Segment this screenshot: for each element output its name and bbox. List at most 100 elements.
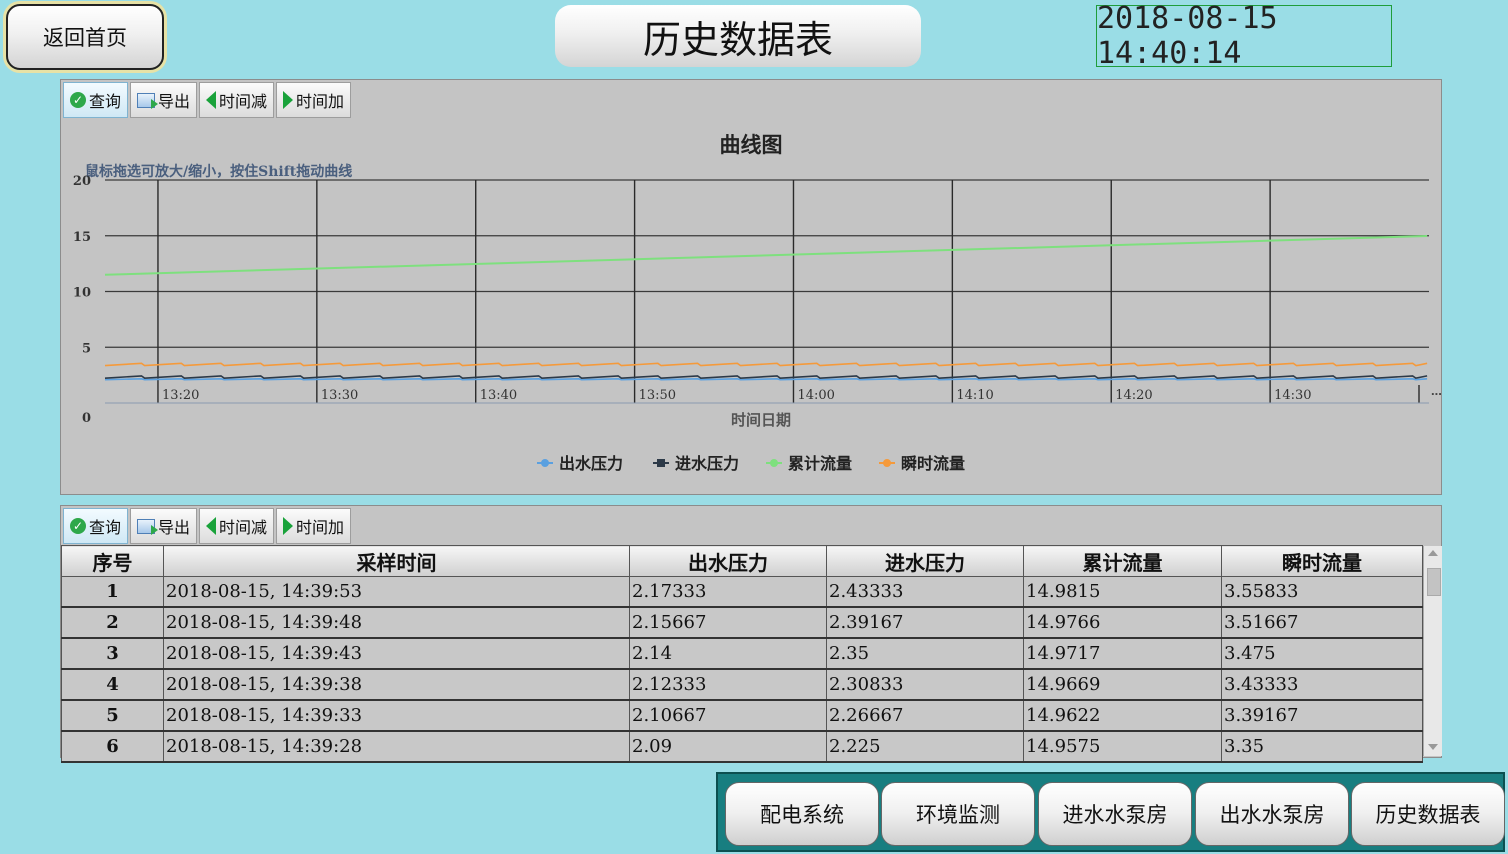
cell-instant-flow: 3.55833 xyxy=(1221,576,1423,608)
cell-sample-time: 2018-08-15, 14:39:43 xyxy=(163,637,630,670)
table-row[interactable]: 1 2018-08-15, 14:39:53 2.17333 2.43333 1… xyxy=(61,576,1423,608)
table-row[interactable]: 5 2018-08-15, 14:39:33 2.10667 2.26667 1… xyxy=(61,699,1423,732)
scroll-thumb[interactable] xyxy=(1427,568,1441,596)
column-header-total-flow[interactable]: 累计流量 xyxy=(1023,545,1222,577)
column-header-sample-time[interactable]: 采样时间 xyxy=(163,545,630,577)
cell-index: 4 xyxy=(61,668,164,701)
page-title: 历史数据表 xyxy=(555,5,921,67)
check-icon: ✓ xyxy=(70,518,86,534)
x-tick-label: 13:20 xyxy=(162,388,199,403)
nav-power-system[interactable]: 配电系统 xyxy=(725,782,879,846)
nav-history-table[interactable]: 历史数据表 xyxy=(1351,782,1505,846)
scroll-down-icon[interactable] xyxy=(1428,744,1438,750)
table-toolbar: ✓ 查询 导出 时间减 时间加 xyxy=(63,508,352,544)
chart-subtitle: 鼠标拖选可放大/缩小，按住Shift拖动曲线 xyxy=(85,163,352,180)
cell-inlet-pressure: 2.35 xyxy=(826,637,1024,670)
table-row[interactable]: 6 2018-08-15, 14:39:28 2.09 2.225 14.957… xyxy=(61,730,1423,763)
cell-index: 3 xyxy=(61,637,164,670)
cell-index: 2 xyxy=(61,606,164,639)
nav-outlet-pump-room[interactable]: 出水水泵房 xyxy=(1195,782,1349,846)
cell-sample-time: 2018-08-15, 14:39:28 xyxy=(163,730,630,763)
cell-sample-time: 2018-08-15, 14:39:33 xyxy=(163,699,630,732)
table-time-plus-button[interactable]: 时间加 xyxy=(276,508,352,544)
table-row[interactable]: 2 2018-08-15, 14:39:48 2.15667 2.39167 1… xyxy=(61,606,1423,639)
nav-inlet-pump-room[interactable]: 进水水泵房 xyxy=(1038,782,1192,846)
data-table: 序号 采样时间 出水压力 进水压力 累计流量 瞬时流量 1 2018-08-15… xyxy=(61,545,1423,763)
scroll-up-icon[interactable] xyxy=(1428,550,1438,556)
column-header-index[interactable]: 序号 xyxy=(61,545,164,577)
series-line xyxy=(104,362,1428,367)
table-time-minus-button[interactable]: 时间减 xyxy=(199,508,275,544)
chart-title: 曲线图 xyxy=(720,133,783,157)
table-query-button[interactable]: ✓ 查询 xyxy=(63,508,129,544)
x-axis-overflow-mark: ... xyxy=(1431,383,1441,398)
legend-label: 出水压力 xyxy=(559,454,623,473)
table-header-row: 序号 采样时间 出水压力 进水压力 累计流量 瞬时流量 xyxy=(61,545,1423,577)
table-export-button[interactable]: 导出 xyxy=(130,508,198,544)
cell-index: 1 xyxy=(61,576,164,608)
cell-outlet-pressure: 2.14 xyxy=(629,637,827,670)
arrow-right-icon xyxy=(283,517,294,535)
cell-total-flow: 14.9669 xyxy=(1023,668,1222,701)
nav-environment-monitor[interactable]: 环境监测 xyxy=(881,782,1035,846)
x-tick-label: 13:50 xyxy=(639,388,676,403)
cell-inlet-pressure: 2.43333 xyxy=(826,576,1024,608)
cell-total-flow: 14.9622 xyxy=(1023,699,1222,732)
export-icon xyxy=(137,518,159,535)
cell-instant-flow: 3.51667 xyxy=(1221,606,1423,639)
column-header-inlet-pressure[interactable]: 进水压力 xyxy=(826,545,1024,577)
table-time-plus-label: 时间加 xyxy=(296,520,345,537)
legend-marker xyxy=(657,459,665,467)
cell-outlet-pressure: 2.09 xyxy=(629,730,827,763)
legend-label: 瞬时流量 xyxy=(901,454,965,473)
cell-total-flow: 14.9575 xyxy=(1023,730,1222,763)
x-tick-label: 14:00 xyxy=(797,388,834,403)
bottom-nav: 配电系统 环境监测 进水水泵房 出水水泵房 历史数据表 xyxy=(716,772,1505,852)
legend-marker xyxy=(541,459,549,467)
x-tick-label: 14:30 xyxy=(1274,388,1311,403)
x-tick-label: 14:20 xyxy=(1115,388,1152,403)
column-header-outlet-pressure[interactable]: 出水压力 xyxy=(629,545,827,577)
cell-inlet-pressure: 2.225 xyxy=(826,730,1024,763)
cell-outlet-pressure: 2.10667 xyxy=(629,699,827,732)
y-tick-label: 20 xyxy=(73,174,91,189)
cell-inlet-pressure: 2.39167 xyxy=(826,606,1024,639)
x-axis-label: 时间日期 xyxy=(731,411,791,429)
cell-total-flow: 14.9815 xyxy=(1023,576,1222,608)
x-tick-label: 13:40 xyxy=(480,388,517,403)
cell-index: 6 xyxy=(61,730,164,763)
table-panel: ✓ 查询 导出 时间减 时间加 序号 采样时间 出水压力 进水压力 累计流量 瞬… xyxy=(60,505,1442,763)
y-tick-label: 10 xyxy=(73,286,91,301)
arrow-left-icon xyxy=(206,517,217,535)
cell-inlet-pressure: 2.30833 xyxy=(826,668,1024,701)
cell-index: 5 xyxy=(61,699,164,732)
y-tick-label: 0 xyxy=(82,411,91,426)
table-time-minus-label: 时间减 xyxy=(219,520,268,537)
legend-label: 累计流量 xyxy=(788,454,852,473)
cell-total-flow: 14.9766 xyxy=(1023,606,1222,639)
cell-sample-time: 2018-08-15, 14:39:53 xyxy=(163,576,630,608)
table-export-label: 导出 xyxy=(158,520,191,537)
cell-sample-time: 2018-08-15, 14:39:38 xyxy=(163,668,630,701)
y-tick-label: 5 xyxy=(82,341,91,356)
cell-outlet-pressure: 2.15667 xyxy=(629,606,827,639)
x-tick-label: 14:10 xyxy=(956,388,993,403)
cell-instant-flow: 3.43333 xyxy=(1221,668,1423,701)
legend-label: 进水压力 xyxy=(675,454,739,473)
table-row[interactable]: 4 2018-08-15, 14:39:38 2.12333 2.30833 1… xyxy=(61,668,1423,701)
cell-instant-flow: 3.39167 xyxy=(1221,699,1423,732)
legend-marker xyxy=(883,459,891,467)
column-header-instant-flow[interactable]: 瞬时流量 xyxy=(1221,545,1423,577)
datetime-display: 2018-08-15 14:40:14 xyxy=(1096,1,1392,71)
line-chart[interactable]: 曲线图鼠标拖选可放大/缩小，按住Shift拖动曲线 0 5 10 15 20 13:20 13… xyxy=(61,80,1441,494)
chart-panel: ✓ 查询 导出 时间减 时间加 曲线图 鼠标拖选可放大/缩小，按住Shift拖动曲… xyxy=(60,79,1442,495)
cell-sample-time: 2018-08-15, 14:39:48 xyxy=(163,606,630,639)
y-tick-label: 15 xyxy=(73,230,91,245)
table-row[interactable]: 3 2018-08-15, 14:39:43 2.14 2.35 14.9717… xyxy=(61,637,1423,670)
cell-instant-flow: 3.475 xyxy=(1221,637,1423,670)
table-scrollbar[interactable] xyxy=(1423,546,1442,756)
x-tick-label: 13:30 xyxy=(321,388,358,403)
cell-inlet-pressure: 2.26667 xyxy=(826,699,1024,732)
cell-instant-flow: 3.35 xyxy=(1221,730,1423,763)
home-button[interactable]: 返回首页 xyxy=(6,4,164,70)
